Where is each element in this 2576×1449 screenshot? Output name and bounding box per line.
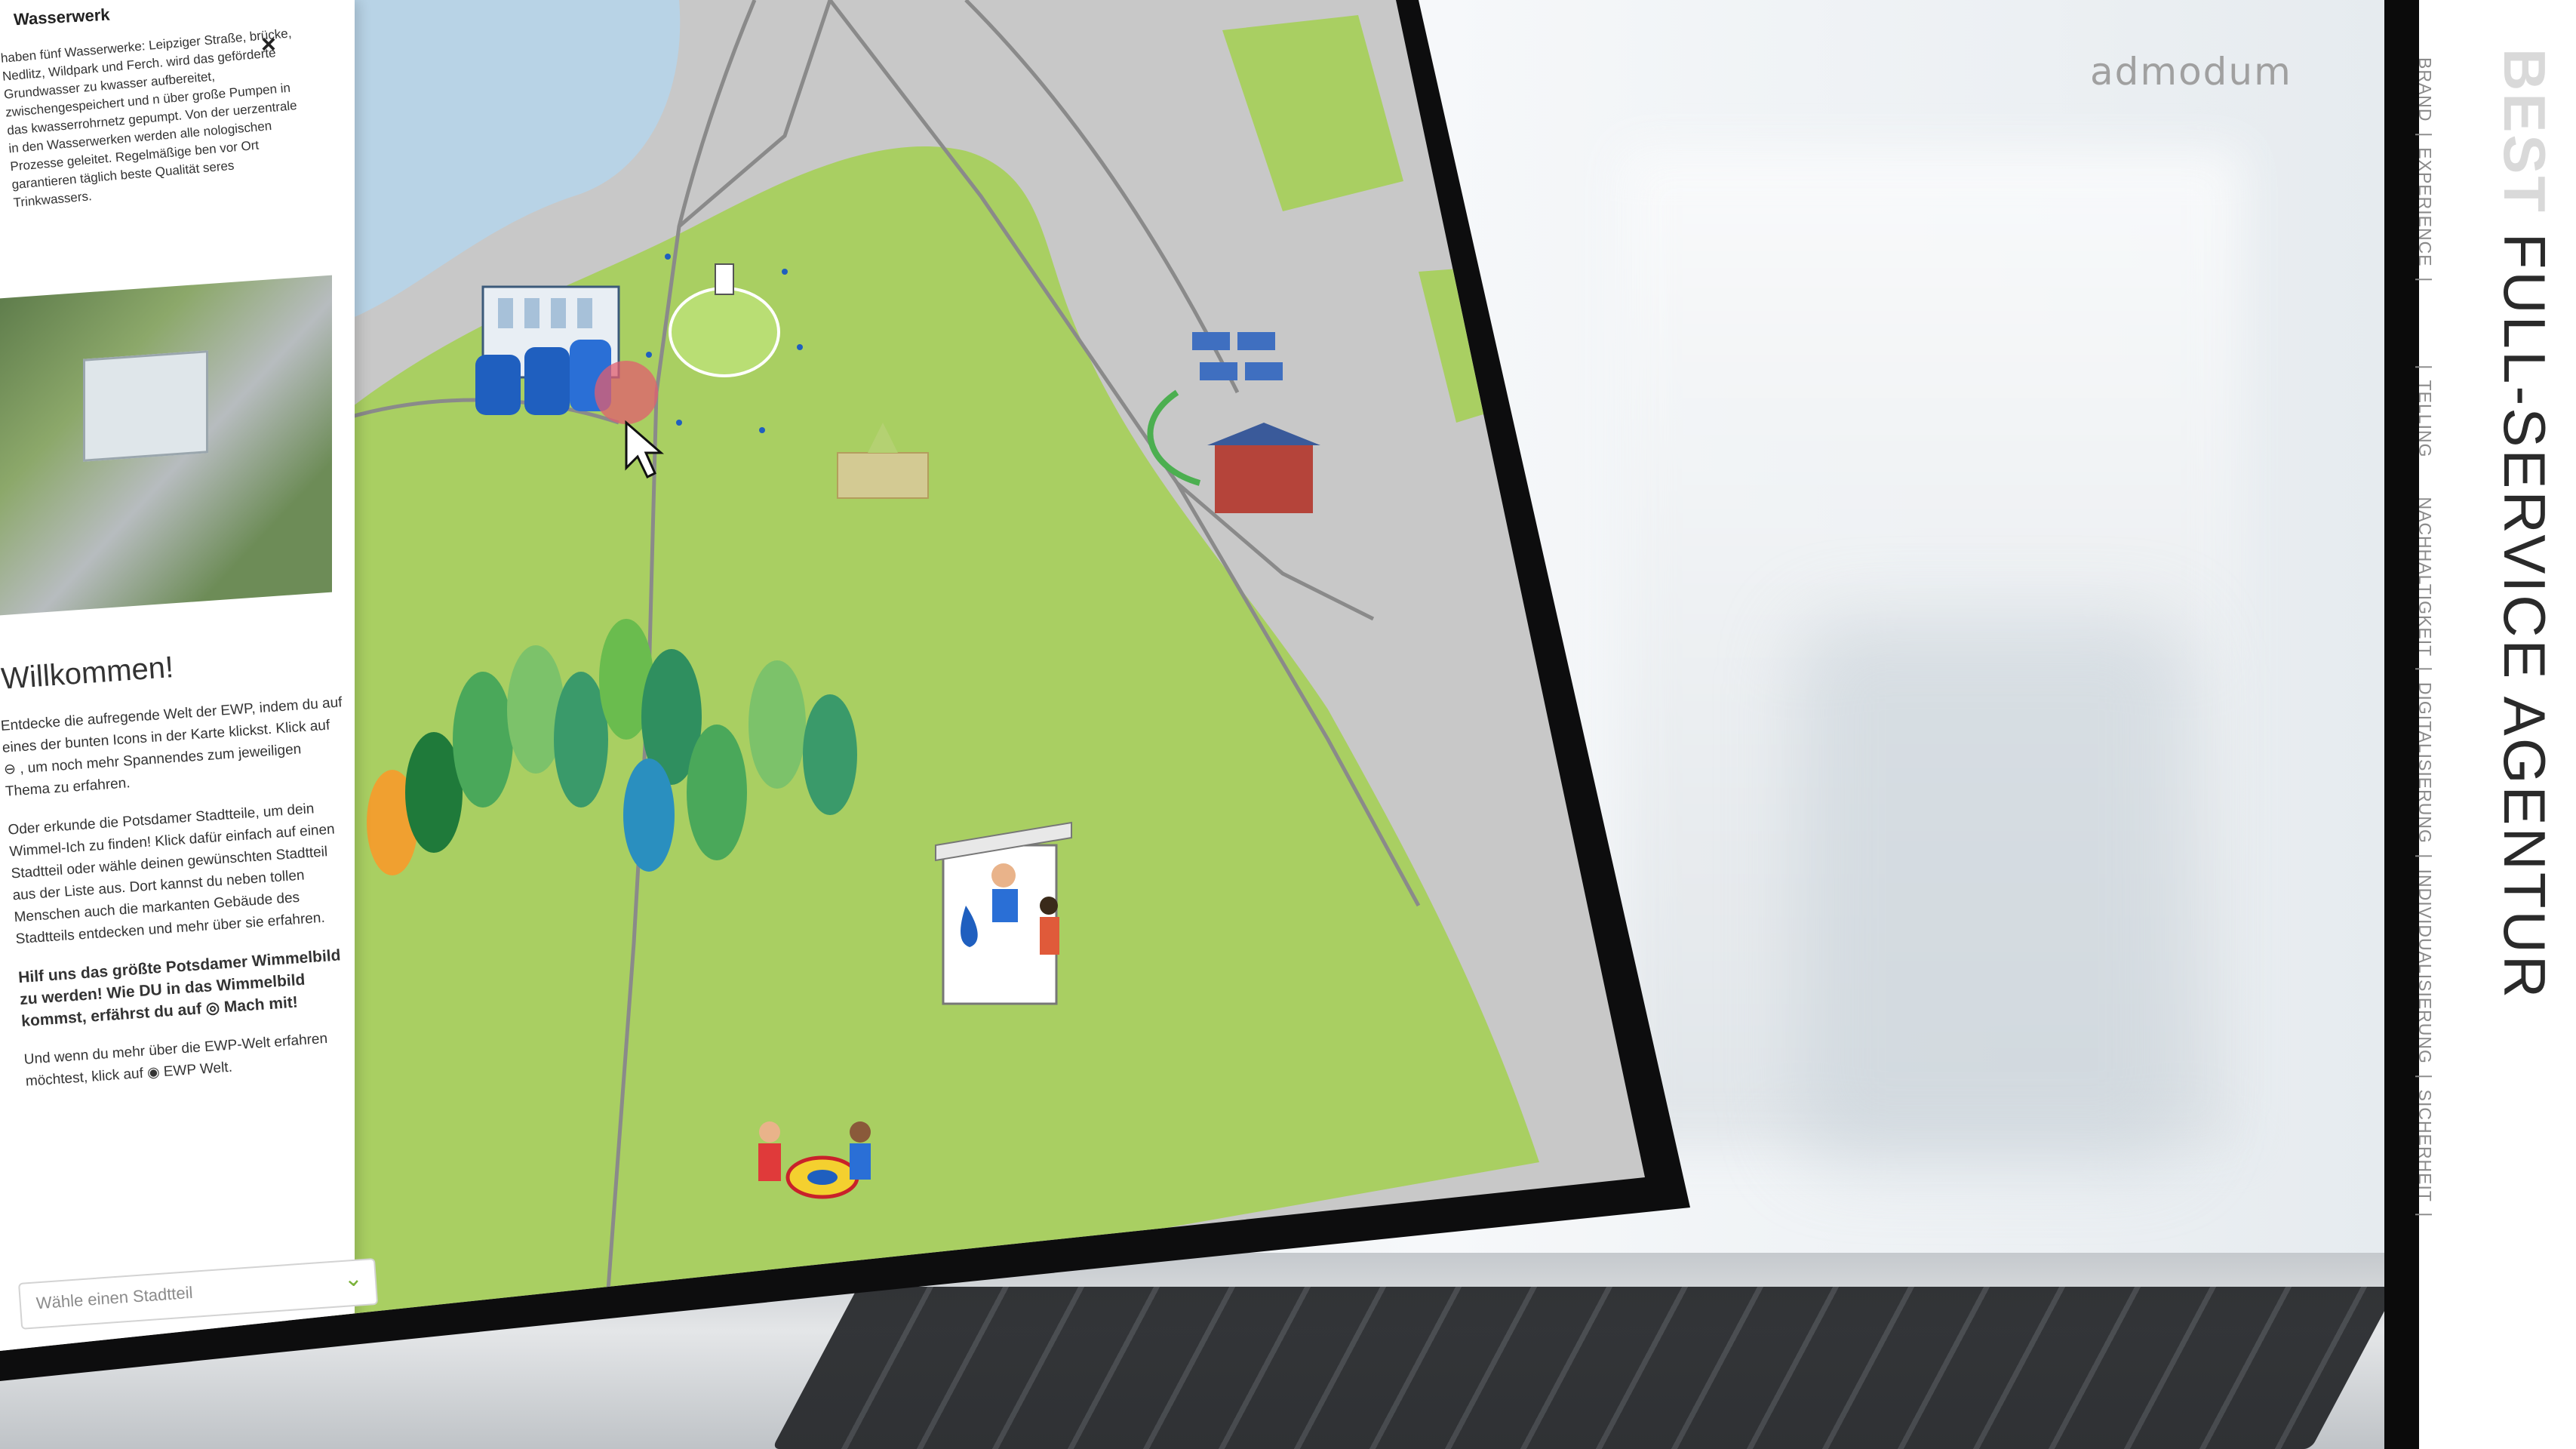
solar-farm-icon[interactable] bbox=[1147, 332, 1320, 513]
water-kiosk-icon[interactable] bbox=[935, 821, 1072, 1005]
nav-experience[interactable]: EXPERIENCE bbox=[2415, 147, 2435, 266]
laptop-keyboard bbox=[771, 1287, 2398, 1449]
headline-rest: FULL-SERVICE AGENTUR bbox=[2491, 214, 2558, 1001]
nav-brand[interactable]: BRAND bbox=[2415, 57, 2435, 122]
chevron-down-icon: ⌄ bbox=[343, 1266, 364, 1292]
welcome-paragraph-4: Und wenn du mehr über die EWP-Welt erfah… bbox=[23, 1030, 328, 1090]
nav-digitalisierung[interactable]: DIGITALISIERUNG bbox=[2415, 682, 2435, 844]
welcome-title: Willkommen! bbox=[0, 651, 175, 696]
nav-individualisierung[interactable]: INDIVIDUALISIERUNG bbox=[2415, 869, 2435, 1064]
district-select-placeholder: Wähle einen Stadtteil bbox=[35, 1282, 194, 1313]
panel-title: Wasserwerk bbox=[13, 5, 111, 29]
nav-diversitaet[interactable]: DIVERSITÄT bbox=[2415, 1228, 2435, 1339]
welcome-paragraph-1: Entdecke die aufregende Welt der EWP, in… bbox=[0, 694, 343, 800]
welcome-paragraph-3: Hilf uns das größte Potsdamer Wimmelbild… bbox=[17, 946, 342, 1030]
nav-sicherheit[interactable]: SICHERHEIT bbox=[2415, 1090, 2435, 1202]
waterworks-photo-building bbox=[83, 350, 208, 462]
panel-intro-text: haben fünf Wasserwerke: Leipziger Straße… bbox=[0, 26, 298, 211]
agency-headline: BEST FULL-SERVICE AGENTUR bbox=[2490, 48, 2559, 1000]
background-object-blur bbox=[1796, 619, 2188, 1162]
info-side-panel: Wasserwerk × haben fünf Wasserwerke: Lei… bbox=[0, 0, 379, 1351]
nav-telling[interactable]: TELLING bbox=[2415, 380, 2435, 458]
brand-nav: BRAND | EXPERIENCE | SPACE | TELLINGNACH… bbox=[2415, 57, 2435, 1339]
park-green-north bbox=[1222, 15, 1403, 211]
welcome-text: Entdecke die aufregende Welt der EWP, in… bbox=[0, 691, 370, 1109]
headline-best: BEST bbox=[2491, 48, 2558, 215]
laptop-screen: Wasserwerk × haben fünf Wasserwerke: Lei… bbox=[0, 0, 1645, 1351]
nav-space[interactable]: SPACE bbox=[2415, 292, 2435, 355]
welcome-paragraph-2: Oder erkunde die Potsdamer Stadtteile, u… bbox=[7, 801, 336, 948]
nav-nachhaltigkeit[interactable]: NACHHALTIGKEIT bbox=[2415, 497, 2435, 657]
admodum-logo: admodum bbox=[2090, 50, 2292, 94]
